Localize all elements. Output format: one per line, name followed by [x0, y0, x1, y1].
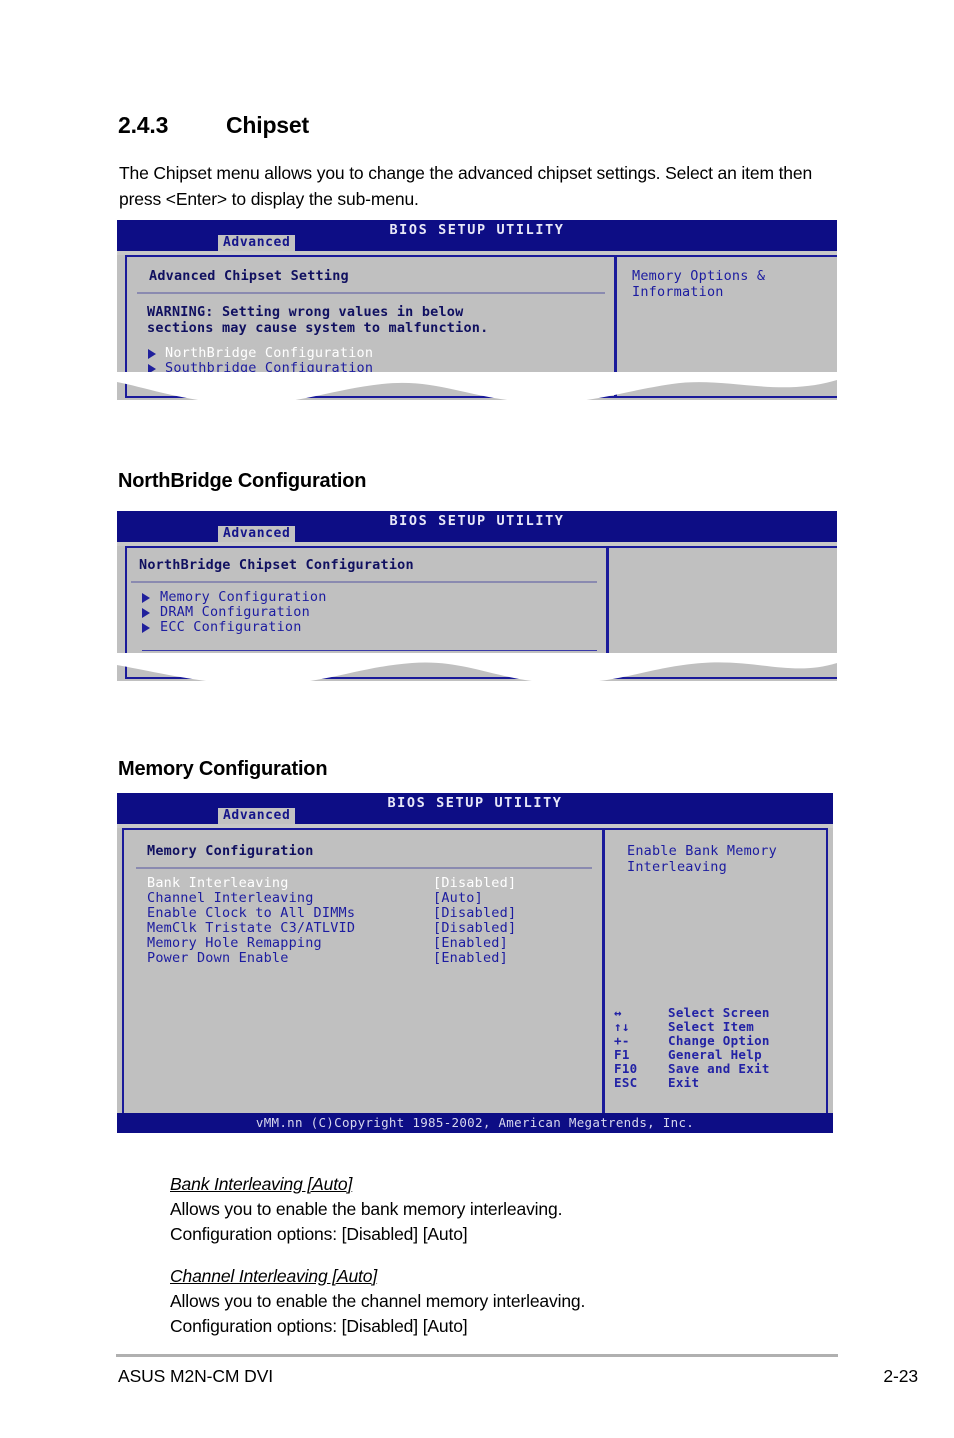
bios-setting-label-power-down-enable[interactable]: Power Down Enable [147, 949, 289, 967]
subheading-memory-configuration: Memory Configuration [118, 758, 328, 780]
description-line-2: Configuration options: [Disabled] [Auto] [170, 1316, 468, 1336]
nav-key-0: ↔ [614, 1005, 622, 1020]
bios-screenshot-memory-configuration: BIOS SETUP UTILITY Advanced Memory Confi… [117, 793, 833, 1133]
bios-help-line-2: Information [632, 284, 724, 300]
bios-body: Memory Configuration Bank Interleaving [… [117, 828, 833, 1116]
description-channel-interleaving: Channel Interleaving [Auto] Allows you t… [170, 1264, 830, 1339]
bios-panel-divider [602, 830, 605, 1114]
bios-panel-title: Memory Configuration [147, 843, 314, 859]
bios-tab-advanced[interactable]: Advanced [218, 235, 296, 252]
bios-copyright-bar: vMM.nn (C)Copyright 1985-2002, American … [117, 1113, 833, 1133]
intro-paragraph: The Chipset menu allows you to change th… [119, 163, 813, 209]
document-page: 2.4.3 Chipset The Chipset menu allows you… [0, 0, 954, 1438]
bios-tab-advanced[interactable]: Advanced [218, 808, 296, 825]
section-number: 2.4.3 [118, 112, 169, 138]
nav-action-2: Change Option [668, 1033, 770, 1048]
nav-key-3: F1 [614, 1047, 630, 1062]
page-title: 2.4.3 Chipset [118, 112, 858, 139]
bios-tab-advanced[interactable]: Advanced [218, 526, 296, 543]
bios-screenshot-chipset: BIOS SETUP UTILITY Advanced Advanced Chi… [117, 220, 837, 405]
nav-action-4: Save and Exit [668, 1061, 770, 1076]
torn-edge [117, 372, 837, 406]
bios-title-separator [136, 867, 592, 869]
bios-menu-item-ecc-configuration[interactable]: ECC Configuration [160, 618, 302, 636]
description-line-1: Allows you to enable the channel memory … [170, 1291, 586, 1311]
footer-page-number: 2-23 [883, 1366, 918, 1386]
section-title: Chipset [226, 112, 309, 138]
subheading-northbridge: NorthBridge Configuration [118, 470, 367, 492]
bios-help-line-2: Interleaving [627, 859, 727, 875]
description-bank-interleaving: Bank Interleaving [Auto] Allows you to e… [170, 1172, 830, 1247]
bios-panel-title: NorthBridge Chipset Configuration [139, 557, 414, 573]
nav-action-1: Select Item [668, 1019, 755, 1034]
bios-bottom-separator [142, 650, 597, 651]
description-line-1: Allows you to enable the bank memory int… [170, 1199, 563, 1219]
description-title: Channel Interleaving [Auto] [170, 1266, 378, 1286]
bios-screenshot-northbridge: BIOS SETUP UTILITY Advanced NorthBridge … [117, 511, 837, 685]
description-line-2: Configuration options: [Disabled] [Auto] [170, 1224, 468, 1244]
nav-key-5: ESC [614, 1075, 638, 1090]
nav-action-3: General Help [668, 1047, 762, 1062]
nav-key-1: ↑↓ [614, 1019, 630, 1034]
nav-key-2: +- [614, 1033, 630, 1048]
triangle-right-icon [142, 623, 150, 633]
nav-action-0: Select Screen [668, 1005, 770, 1020]
torn-edge [117, 653, 837, 687]
triangle-right-icon [142, 593, 150, 603]
nav-action-5: Exit [668, 1075, 700, 1090]
bios-panel-title: Advanced Chipset Setting [149, 268, 349, 284]
bios-title-separator [137, 292, 605, 294]
triangle-right-icon [142, 608, 150, 618]
description-title: Bank Interleaving [Auto] [170, 1174, 353, 1194]
footer-divider [116, 1354, 838, 1357]
triangle-right-icon [148, 349, 156, 359]
nav-key-4: F10 [614, 1061, 638, 1076]
footer-product-name: ASUS M2N-CM DVI [118, 1366, 274, 1386]
bios-title-separator [131, 581, 597, 583]
bios-setting-value-power-down-enable[interactable]: [Enabled] [433, 949, 508, 967]
bios-warning-line-2: sections may cause system to malfunction… [147, 320, 489, 336]
